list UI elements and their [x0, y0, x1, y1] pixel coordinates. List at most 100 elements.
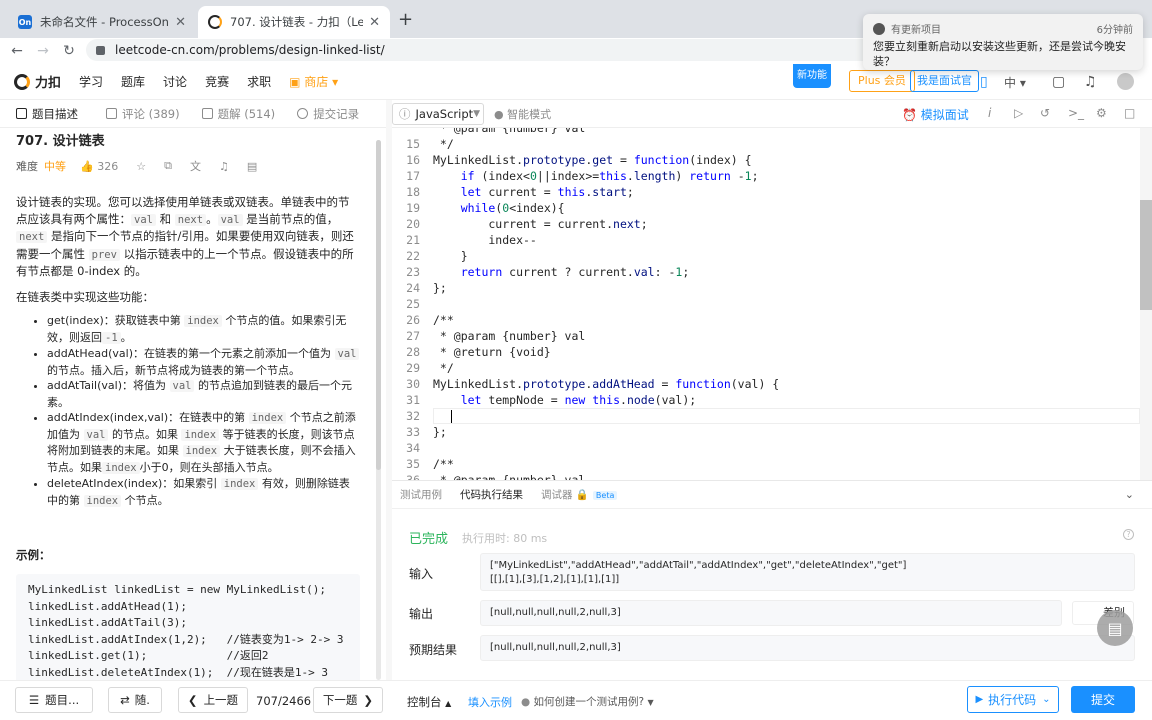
- code-line[interactable]: 21 index--: [392, 232, 1140, 248]
- run-code-button[interactable]: ▶ 执行代码 ⌄: [967, 686, 1059, 713]
- tab-testcase[interactable]: 测试用例: [400, 487, 442, 502]
- code-line[interactable]: 22 }: [392, 248, 1140, 264]
- close-tab-icon[interactable]: ✕: [369, 15, 380, 30]
- code-line[interactable]: 30 MyLinkedList.prototype.addAtHead = fun…: [392, 376, 1140, 392]
- terminal-icon[interactable]: >_: [1068, 106, 1084, 120]
- forward-arrow-icon[interactable]: →: [30, 43, 56, 59]
- info-italic-icon[interactable]: i: [988, 106, 991, 120]
- reload-icon[interactable]: ↻: [56, 43, 82, 59]
- back-arrow-icon[interactable]: ←: [4, 43, 30, 59]
- tab-label: 题解 (514): [217, 106, 276, 121]
- smart-mode-toggle[interactable]: ● 智能模式: [494, 106, 551, 122]
- editor-scrollbar[interactable]: [1140, 128, 1152, 480]
- code-line[interactable]: 24};: [392, 280, 1140, 296]
- nav-discuss[interactable]: 讨论: [163, 73, 187, 90]
- tab-comments[interactable]: 评论 (389): [106, 106, 180, 122]
- share-icon[interactable]: ⧉: [164, 159, 172, 173]
- play-icon[interactable]: ▷: [1014, 106, 1023, 120]
- code-line[interactable]: * @param {number} val: [392, 128, 1140, 136]
- code-line[interactable]: 16 MyLinkedList.prototype.get = function(…: [392, 152, 1140, 168]
- code-line[interactable]: 34: [392, 440, 1140, 456]
- scrollbar-thumb[interactable]: [1140, 200, 1152, 310]
- code-line[interactable]: 20 current = current.next;: [392, 216, 1140, 232]
- mock-interview-button[interactable]: ⏰ 模拟面试: [902, 106, 969, 123]
- translate-icon[interactable]: 文: [190, 158, 201, 174]
- close-tab-icon[interactable]: ✕: [175, 15, 186, 30]
- code-line[interactable]: 35 /**: [392, 456, 1140, 472]
- fullscreen-icon[interactable]: □: [1124, 106, 1135, 120]
- problem-meta: 难度 中等 👍 326 ☆ ⧉ 文 ♫ ▤: [16, 158, 360, 174]
- code-line[interactable]: 31 let tempNode = new this.node(val);: [392, 392, 1140, 408]
- phone-icon[interactable]: ▯: [980, 74, 988, 90]
- fill-example-link[interactable]: 填入示例: [468, 694, 512, 710]
- problem-list-button[interactable]: ☰ 题目...: [15, 687, 93, 713]
- code-line[interactable]: 36 * @param {number} val: [392, 472, 1140, 480]
- help-icon[interactable]: ?: [1123, 529, 1134, 540]
- code-line[interactable]: 23 return current ? current.val: -1;: [392, 264, 1140, 280]
- avatar[interactable]: [1117, 73, 1134, 90]
- code-text: };: [433, 281, 447, 295]
- code-line[interactable]: 33};: [392, 424, 1140, 440]
- language-dropdown[interactable]: ⓘ JavaScript ▼: [392, 102, 484, 125]
- tab-submissions[interactable]: 提交记录: [297, 106, 359, 122]
- prev-problem-button[interactable]: ❮ 上一题: [178, 687, 248, 713]
- scrollbar-thumb[interactable]: [376, 140, 381, 470]
- leetcode-logo[interactable]: 力扣: [14, 72, 61, 91]
- list-item: addAtIndex(index,val)：在链表中的第 index 个节点之前…: [47, 410, 360, 476]
- notification-time: 6分钟前: [1096, 25, 1133, 36]
- tab-solutions[interactable]: 题解 (514): [201, 106, 276, 122]
- tab-run-result[interactable]: 代码执行结果: [460, 487, 523, 502]
- nav-learn[interactable]: 学习: [79, 73, 103, 90]
- browser-tab-leetcode[interactable]: 707. 设计链表 - 力扣（LeetCode ✕: [198, 6, 390, 38]
- inline-code: index: [83, 494, 122, 507]
- tab-description[interactable]: 题目描述: [16, 106, 78, 122]
- code-line[interactable]: 18 let current = this.start;: [392, 184, 1140, 200]
- code-line[interactable]: 32: [392, 408, 1140, 424]
- update-notification[interactable]: 有更新项目 6分钟前 您要立刻重新启动以安装这些更新，还是尝试今晚安装？: [863, 14, 1143, 70]
- floating-notes-icon[interactable]: ▤: [1097, 610, 1133, 646]
- nav-contest[interactable]: 竞赛: [205, 73, 229, 90]
- code-line[interactable]: 15 */: [392, 136, 1140, 152]
- next-problem-button[interactable]: 下一题 ❯: [313, 687, 383, 713]
- problem-title: 707. 设计链表: [16, 134, 105, 149]
- notes-icon[interactable]: ▢: [1052, 74, 1065, 90]
- language-select[interactable]: 中 ▾: [1004, 74, 1026, 91]
- nav-jobs[interactable]: 求职: [247, 73, 271, 90]
- interviewer-button[interactable]: 我是面试官: [910, 70, 979, 92]
- inline-code: index: [184, 315, 222, 327]
- collapse-chevron-icon[interactable]: ⌄: [1125, 488, 1134, 501]
- random-button[interactable]: ⇄ 随.: [108, 687, 162, 713]
- plus-member-button[interactable]: Plus 会员: [849, 70, 915, 92]
- new-tab-icon[interactable]: +: [398, 9, 413, 30]
- left-scrollbar[interactable]: [376, 140, 381, 680]
- code-line[interactable]: 26 /**: [392, 312, 1140, 328]
- bell-icon[interactable]: ♫: [1084, 74, 1097, 90]
- code-line[interactable]: 28 * @return {void}: [392, 344, 1140, 360]
- inline-code: index: [248, 412, 287, 424]
- code-editor[interactable]: * @param {number} val 15 */16 MyLinkedList…: [392, 128, 1140, 480]
- browser-tab-processon[interactable]: On 未命名文件 - ProcessOn ✕: [8, 6, 196, 38]
- nav-shop[interactable]: ▣ 商店 ▾: [289, 73, 338, 90]
- code-line[interactable]: 29 */: [392, 360, 1140, 376]
- difficulty-badge: 中等: [44, 160, 66, 173]
- code-line[interactable]: 19 while(0<index){: [392, 200, 1140, 216]
- how-to-testcase-link[interactable]: ● 如何创建一个测试用例? ▼: [521, 694, 654, 709]
- code-text: */: [433, 361, 454, 375]
- nav-problems[interactable]: 题库: [121, 73, 145, 90]
- submit-button[interactable]: 提交: [1071, 686, 1135, 713]
- feedback-icon[interactable]: ▤: [247, 160, 257, 173]
- star-icon[interactable]: ☆: [136, 160, 146, 173]
- input-label: 输入: [409, 567, 434, 581]
- reset-icon[interactable]: ↺: [1040, 106, 1050, 120]
- editor-toolbar: ⓘ JavaScript ▼ ● 智能模式 ⏰ 模拟面试 i ▷ ↺ >_ ⚙ …: [392, 100, 1152, 128]
- like-button[interactable]: 👍 326: [80, 160, 118, 173]
- code-line[interactable]: 27 * @param {number} val: [392, 328, 1140, 344]
- settings-gear-icon[interactable]: ⚙: [1096, 106, 1107, 120]
- console-toggle[interactable]: 控制台 ▲: [407, 694, 451, 710]
- new-feature-badge[interactable]: 新功能: [793, 64, 831, 88]
- code-line[interactable]: 25: [392, 296, 1140, 312]
- notify-bell-icon[interactable]: ♫: [219, 160, 229, 173]
- code-line[interactable]: 17 if (index<0||index>=this.length) retu…: [392, 168, 1140, 184]
- list-item: addAtHead(val)：在链表的第一个元素之前添加一个值为 val 的节点…: [47, 346, 360, 378]
- tab-debugger[interactable]: 调试器 🔒 Beta: [541, 487, 618, 502]
